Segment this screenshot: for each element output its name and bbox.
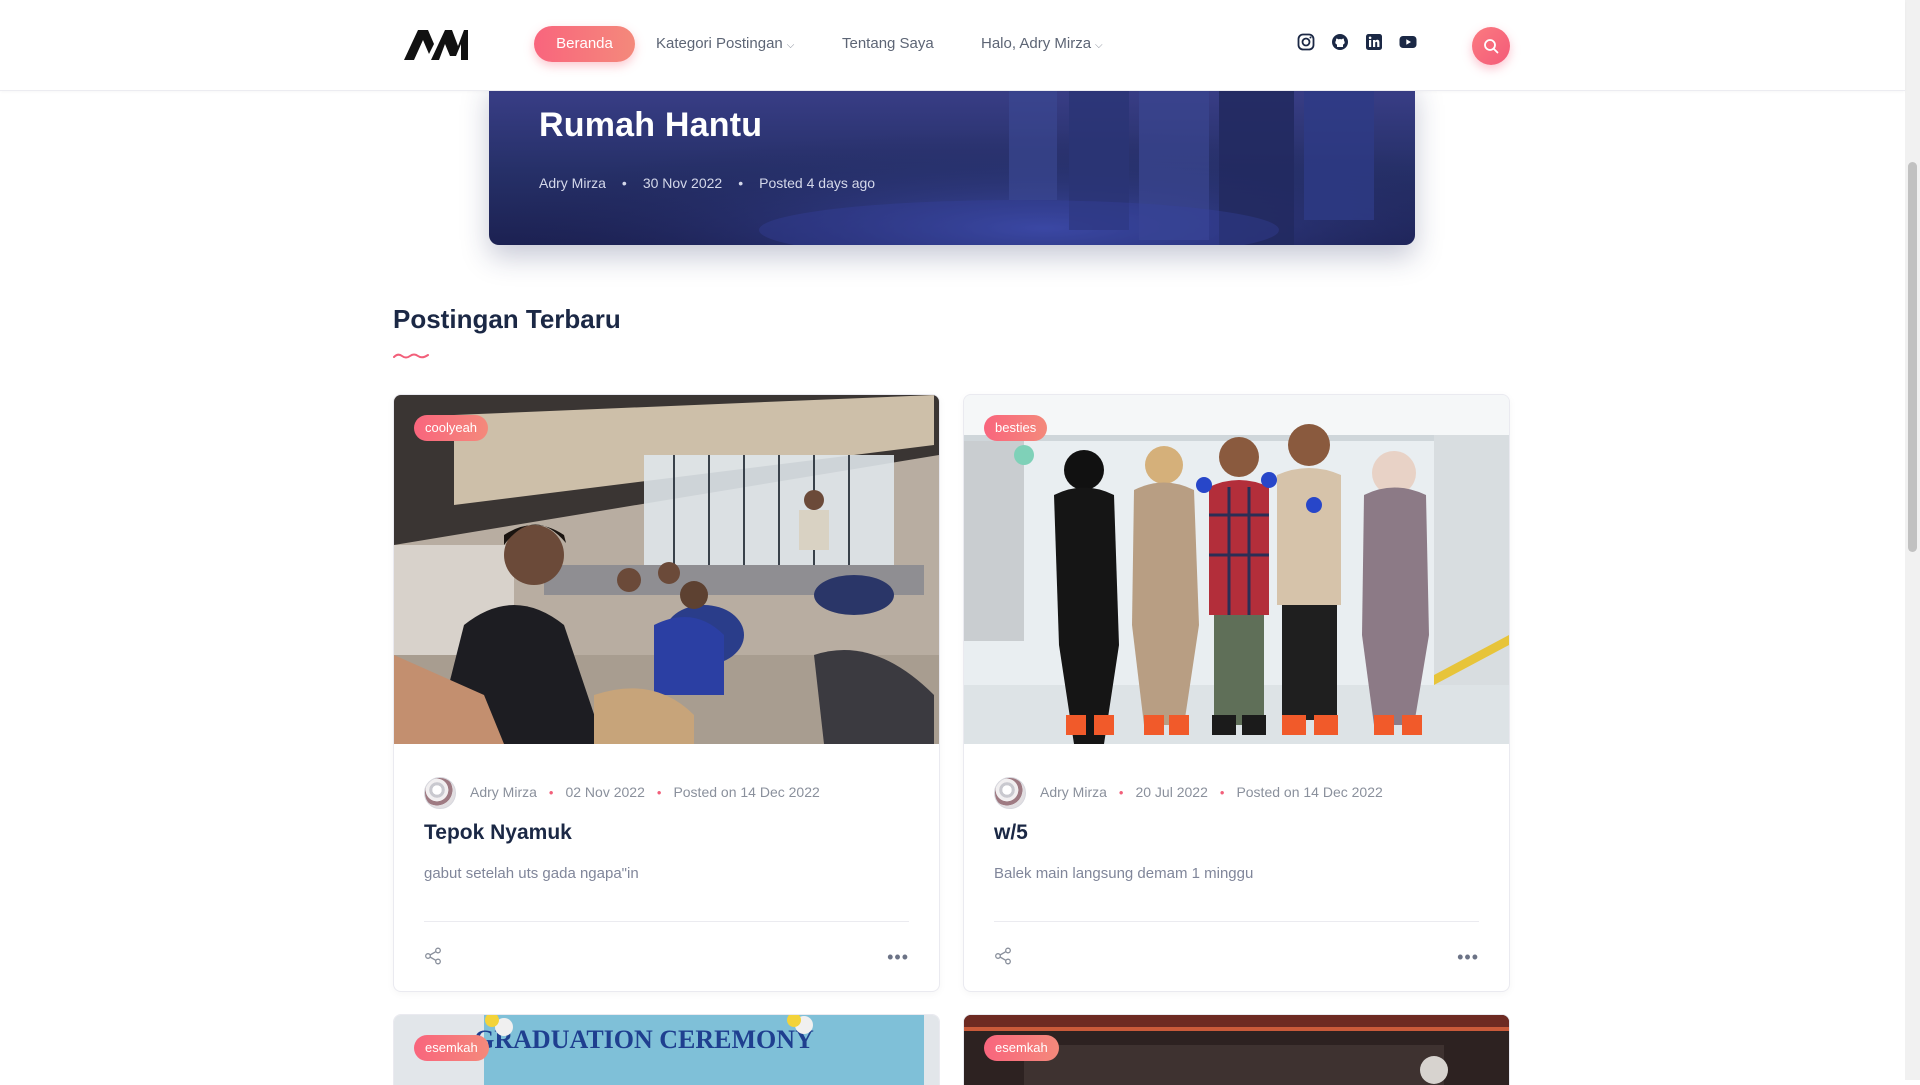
hero-title[interactable]: Rumah Hantu bbox=[539, 106, 762, 145]
section-title-underline bbox=[393, 353, 429, 359]
avatar bbox=[424, 777, 456, 810]
share-icon[interactable] bbox=[424, 947, 442, 965]
post-title[interactable]: w/5 bbox=[994, 821, 1028, 845]
meta-separator: • bbox=[656, 785, 662, 800]
post-tag[interactable]: esemkah bbox=[984, 1035, 1059, 1061]
divider bbox=[994, 921, 1479, 922]
meta-separator: • bbox=[738, 175, 744, 191]
hero-meta: Adry Mirza • 30 Nov 2022 • Posted 4 days ago bbox=[539, 175, 875, 191]
avatar bbox=[994, 777, 1026, 810]
hero-author[interactable]: Adry Mirza bbox=[539, 175, 606, 191]
post-title[interactable]: Tepok Nyamuk bbox=[424, 821, 572, 845]
post-excerpt: Balek main langsung demam 1 minggu bbox=[994, 865, 1254, 882]
meta-separator: • bbox=[548, 785, 554, 800]
hero-date: 30 Nov 2022 bbox=[642, 175, 723, 191]
post-date: 20 Jul 2022 bbox=[1135, 784, 1208, 800]
instagram-icon[interactable] bbox=[1297, 33, 1315, 51]
post-image[interactable] bbox=[394, 395, 939, 744]
search-button[interactable] bbox=[1472, 27, 1510, 65]
site-logo[interactable]: AM bbox=[404, 28, 468, 60]
post-image[interactable] bbox=[964, 395, 1509, 744]
meta-separator: • bbox=[621, 175, 627, 191]
more-options-icon[interactable]: ••• bbox=[1457, 947, 1479, 968]
site-header: AM Beranda Kategori Postingan⌵ Tentang S… bbox=[0, 0, 1905, 91]
more-options-icon[interactable]: ••• bbox=[887, 947, 909, 968]
post-meta: Adry Mirza • 20 Jul 2022 • Posted on 14 Dec … bbox=[994, 777, 1383, 810]
chevron-down-icon: ⌵ bbox=[1095, 40, 1103, 51]
post-author[interactable]: Adry Mirza bbox=[470, 784, 537, 800]
youtube-icon[interactable] bbox=[1399, 33, 1417, 51]
nav-categories-label: Kategori Postingan bbox=[656, 35, 783, 52]
hero-posted: Posted 4 days ago bbox=[759, 175, 876, 191]
linkedin-icon[interactable] bbox=[1365, 33, 1383, 51]
nav-categories[interactable]: Kategori Postingan ⌵ bbox=[656, 26, 794, 62]
hero-image bbox=[489, 80, 1415, 245]
post-meta: Adry Mirza • 02 Nov 2022 • Posted on 14 Dec … bbox=[424, 777, 820, 810]
meta-separator: • bbox=[1219, 785, 1225, 800]
post-posted: Posted on 14 Dec 2022 bbox=[1236, 784, 1383, 800]
post-excerpt: gabut setelah uts gada ngapa"in bbox=[424, 865, 639, 882]
featured-post-hero[interactable]: Rumah Hantu Adry Mirza • 30 Nov 2022 • Poste… bbox=[489, 80, 1415, 245]
nav-user-label: Halo, Adry Mirza bbox=[981, 35, 1092, 52]
post-date: 02 Nov 2022 bbox=[565, 784, 645, 800]
post-author[interactable]: Adry Mirza bbox=[1040, 784, 1107, 800]
chevron-down-icon: ⌵ bbox=[786, 40, 795, 51]
group-photo bbox=[964, 395, 1509, 744]
meta-separator: • bbox=[1118, 785, 1124, 800]
post-tag[interactable]: coolyeah bbox=[414, 415, 489, 441]
post-tag[interactable]: esemkah bbox=[414, 1035, 489, 1061]
nav-home[interactable]: Beranda bbox=[534, 26, 635, 62]
post-card[interactable]: coolyeah Adry Mirza • 02 Nov 2022 • Posted o… bbox=[393, 394, 940, 992]
post-tag[interactable]: besties bbox=[984, 415, 1048, 441]
scrollbar-thumb[interactable] bbox=[1908, 162, 1917, 552]
share-icon[interactable] bbox=[994, 947, 1012, 965]
section-title: Postingan Terbaru bbox=[393, 304, 621, 334]
search-icon bbox=[1484, 39, 1499, 54]
post-card[interactable]: esemkah bbox=[963, 1014, 1510, 1085]
nav-user-menu[interactable]: Halo, Adry Mirza ⌵ bbox=[981, 26, 1103, 62]
github-icon[interactable] bbox=[1331, 33, 1349, 51]
post-card[interactable]: besties Adry Mirza • 20 Jul 2022 • Posted on… bbox=[963, 394, 1510, 992]
post-posted: Posted on 14 Dec 2022 bbox=[673, 784, 820, 800]
divider bbox=[424, 921, 909, 922]
classroom-photo bbox=[394, 395, 939, 744]
post-card[interactable]: GRADUATION CEREMONY esemkah bbox=[393, 1014, 940, 1085]
banner-text: GRADUATION CEREMONY bbox=[474, 1025, 814, 1054]
nav-about[interactable]: Tentang Saya bbox=[842, 26, 934, 62]
